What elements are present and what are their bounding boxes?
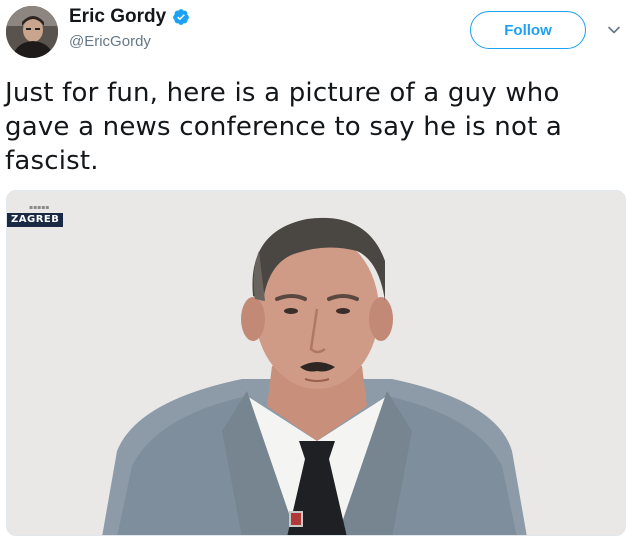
channel-superscript: ▪▪▪▪▪	[29, 204, 50, 211]
tweet-card: Eric Gordy @EricGordy Follow Just for fu…	[0, 0, 634, 543]
man-press-conference-photo	[7, 191, 625, 535]
author-handle[interactable]: @EricGordy	[69, 33, 151, 50]
tweet-media-image[interactable]: ▪▪▪▪▪ ZAGREB	[6, 190, 626, 536]
verified-badge-icon	[173, 9, 190, 25]
avatar[interactable]	[6, 6, 58, 58]
chevron-down-icon[interactable]	[606, 22, 622, 38]
channel-label-text: ZAGREB	[11, 214, 60, 225]
author-name-text: Eric Gordy	[69, 6, 167, 27]
tweet-text: Just for fun, here is a picture of a guy…	[5, 78, 563, 176]
follow-button[interactable]: Follow	[470, 11, 586, 49]
author-name[interactable]: Eric Gordy	[69, 6, 190, 28]
channel-label: ZAGREB	[7, 213, 64, 227]
avatar-image	[6, 6, 58, 58]
